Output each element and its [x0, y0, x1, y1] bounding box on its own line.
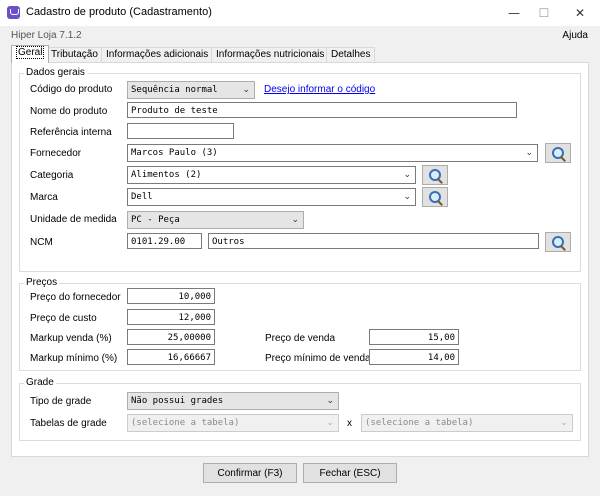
tabela-grade-1-value: (selecione a tabela) — [131, 418, 240, 428]
search-icon-handle — [560, 156, 566, 162]
referencia-label: Referência interna — [30, 127, 112, 138]
tab-informacoes-nutricionais[interactable]: Informações nutricionais — [211, 47, 330, 62]
chevron-down-icon: ⌄ — [291, 215, 299, 225]
confirmar-button[interactable]: Confirmar (F3) — [203, 463, 297, 483]
preco-minimo-input[interactable]: 14,00 — [369, 349, 459, 365]
tab-informacoes-adicionais[interactable]: Informações adicionais — [101, 47, 214, 62]
marca-select[interactable]: Dell ⌄ — [127, 188, 416, 206]
marca-label: Marca — [30, 192, 58, 203]
tipo-grade-label: Tipo de grade — [30, 396, 92, 407]
categoria-select-value: Alimentos (2) — [131, 170, 202, 180]
tabela-grade-2-select: (selecione a tabela) ⌄ — [361, 414, 573, 432]
codigo-label: Código do produto — [30, 84, 113, 95]
app-version: Hiper Loja 7.1.2 — [11, 30, 82, 41]
marca-search-button[interactable] — [422, 187, 448, 207]
search-icon-handle — [437, 178, 443, 184]
chevron-down-icon: ⌄ — [403, 170, 411, 180]
informar-codigo-link[interactable]: Desejo informar o código — [264, 84, 375, 95]
nome-label: Nome do produto — [30, 106, 108, 117]
tabelas-grade-label: Tabelas de grade — [30, 418, 107, 429]
search-icon-handle — [437, 200, 443, 206]
unidade-select[interactable]: PC - Peça ⌄ — [127, 211, 304, 229]
preco-fornecedor-label: Preço do fornecedor — [30, 292, 121, 303]
help-menu[interactable]: Ajuda — [562, 30, 588, 41]
markup-venda-input[interactable]: 25,00000 — [127, 329, 215, 345]
preco-minimo-label: Preço mínimo de venda — [265, 353, 371, 364]
chevron-down-icon: ⌄ — [326, 396, 334, 406]
marca-select-value: Dell — [131, 192, 153, 202]
grade-legend: Grade — [24, 377, 56, 388]
referencia-input[interactable] — [127, 123, 234, 139]
fornecedor-search-button[interactable] — [545, 143, 571, 163]
tab-tributacao[interactable]: Tributação — [46, 47, 103, 62]
chevron-down-icon: ⌄ — [525, 148, 533, 158]
fechar-button[interactable]: Fechar (ESC) — [303, 463, 397, 483]
preco-venda-label: Preço de venda — [265, 333, 336, 344]
ncm-code-input[interactable]: 0101.29.00 — [127, 233, 202, 249]
tabela-grade-1-select: (selecione a tabela) ⌄ — [127, 414, 339, 432]
categoria-label: Categoria — [30, 170, 74, 181]
chevron-down-icon: ⌄ — [242, 85, 250, 95]
preco-fornecedor-input[interactable]: 10,000 — [127, 288, 215, 304]
unidade-select-value: PC - Peça — [131, 215, 180, 225]
ncm-label: NCM — [30, 237, 53, 248]
chevron-down-icon: ⌄ — [560, 418, 568, 428]
preco-venda-input[interactable]: 15,00 — [369, 329, 459, 345]
fornecedor-select[interactable]: Marcos Paulo (3) ⌄ — [127, 144, 538, 162]
markup-venda-label: Markup venda (%) — [30, 333, 112, 344]
categoria-select[interactable]: Alimentos (2) ⌄ — [127, 166, 416, 184]
unidade-label: Unidade de medida — [30, 214, 117, 225]
ncm-search-button[interactable] — [545, 232, 571, 252]
chevron-down-icon: ⌄ — [403, 192, 411, 202]
codigo-select[interactable]: Sequência normal ⌄ — [127, 81, 255, 99]
chevron-down-icon: ⌄ — [326, 418, 334, 428]
markup-minimo-label: Markup mínimo (%) — [30, 353, 118, 364]
tipo-grade-select-value: Não possui grades — [131, 396, 224, 406]
app-icon — [7, 6, 20, 19]
preco-custo-label: Preço de custo — [30, 313, 97, 324]
tipo-grade-select[interactable]: Não possui grades ⌄ — [127, 392, 339, 410]
markup-minimo-input[interactable]: 16,66667 — [127, 349, 215, 365]
nome-input[interactable]: Produto de teste — [127, 102, 517, 118]
preco-custo-input[interactable]: 12,000 — [127, 309, 215, 325]
tab-detalhes[interactable]: Detalhes — [326, 47, 376, 62]
window-title: Cadastro de produto (Cadastramento) — [26, 6, 212, 18]
maximize-button[interactable]: ☐ — [534, 4, 554, 22]
codigo-select-value: Sequência normal — [131, 85, 218, 95]
tabelas-separator: x — [347, 418, 352, 429]
close-button[interactable]: ✕ — [570, 4, 590, 22]
fornecedor-select-value: Marcos Paulo (3) — [131, 148, 218, 158]
search-icon-handle — [560, 245, 566, 251]
fornecedor-label: Fornecedor — [30, 148, 82, 159]
minimize-button[interactable]: — — [504, 4, 524, 22]
tabela-grade-2-value: (selecione a tabela) — [365, 418, 474, 428]
ncm-description-field: Outros — [208, 233, 539, 249]
tab-geral[interactable]: Geral — [11, 45, 50, 63]
categoria-search-button[interactable] — [422, 165, 448, 185]
precos-legend: Preços — [24, 277, 60, 288]
dados-gerais-legend: Dados gerais — [24, 67, 87, 78]
tab-geral-label: Geral — [16, 46, 45, 59]
